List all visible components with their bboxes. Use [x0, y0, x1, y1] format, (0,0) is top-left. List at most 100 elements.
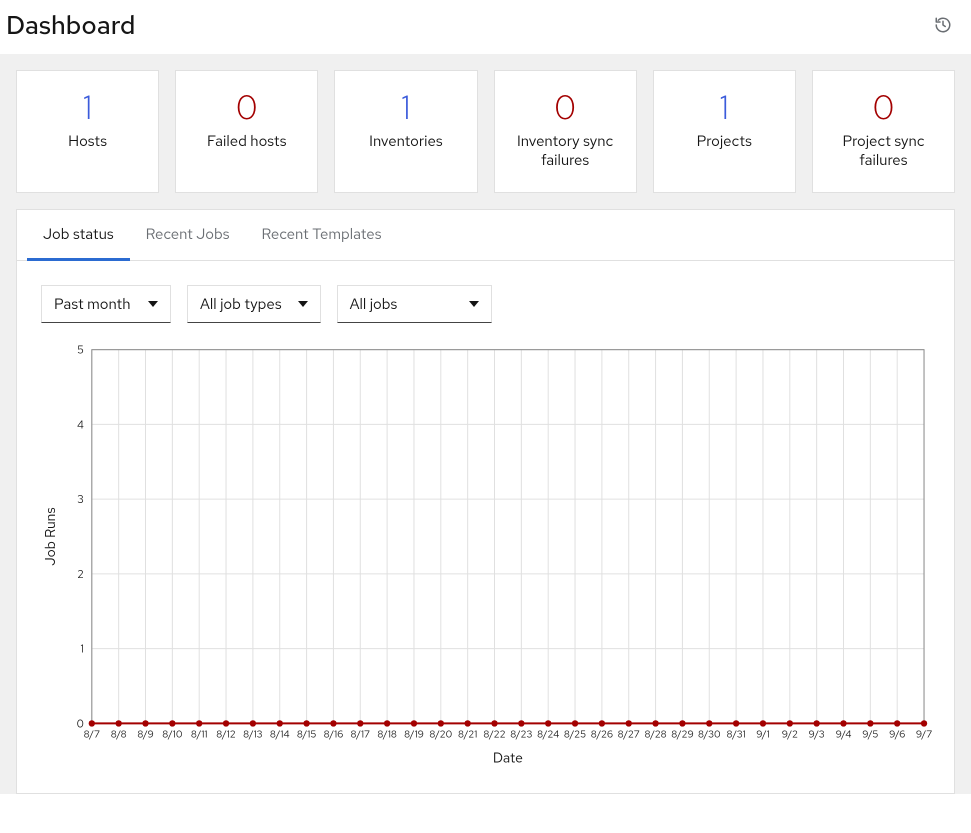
svg-text:8/12: 8/12: [216, 728, 236, 741]
svg-text:8/9: 8/9: [137, 728, 153, 741]
svg-text:8/19: 8/19: [404, 728, 424, 741]
svg-text:9/7: 9/7: [916, 728, 932, 741]
svg-text:5: 5: [77, 344, 84, 358]
card-project-sync-failures[interactable]: 0 Project sync failures: [812, 70, 955, 193]
chart-point[interactable]: [813, 720, 819, 726]
filter-jobs[interactable]: All jobs: [337, 285, 492, 323]
chart-point[interactable]: [652, 720, 658, 726]
card-inventories[interactable]: 1 Inventories: [334, 70, 477, 193]
svg-text:8/23: 8/23: [510, 728, 532, 741]
chart-point[interactable]: [438, 720, 444, 726]
svg-text:8/13: 8/13: [243, 728, 263, 741]
chart-point[interactable]: [89, 720, 95, 726]
chart-point[interactable]: [572, 720, 578, 726]
card-label: Inventory sync failures: [503, 132, 628, 170]
svg-text:8/24: 8/24: [537, 728, 559, 741]
chart-point[interactable]: [330, 720, 336, 726]
chart-point[interactable]: [706, 720, 712, 726]
chart-point[interactable]: [384, 720, 390, 726]
svg-text:8/11: 8/11: [191, 728, 208, 741]
card-projects[interactable]: 1 Projects: [653, 70, 796, 193]
svg-text:8/30: 8/30: [698, 728, 721, 741]
card-inventory-sync-failures[interactable]: 0 Inventory sync failures: [494, 70, 637, 193]
chart-point[interactable]: [840, 720, 846, 726]
svg-text:8/20: 8/20: [429, 728, 452, 741]
svg-text:9/5: 9/5: [862, 728, 878, 741]
svg-text:8/21: 8/21: [458, 728, 477, 741]
caret-down-icon: [298, 301, 308, 307]
card-value: 1: [343, 89, 468, 126]
svg-text:8/17: 8/17: [351, 728, 371, 741]
svg-text:8/25: 8/25: [564, 728, 586, 741]
filter-period-label: Past month: [54, 294, 131, 314]
svg-text:8/7: 8/7: [84, 728, 100, 741]
svg-text:2: 2: [77, 568, 84, 582]
svg-text:9/4: 9/4: [836, 728, 852, 741]
chart-point[interactable]: [760, 720, 766, 726]
chart-point[interactable]: [599, 720, 605, 726]
tab-recent-jobs[interactable]: Recent Jobs: [130, 210, 246, 261]
tab-job-status[interactable]: Job status: [27, 210, 130, 261]
card-value: 0: [821, 89, 946, 126]
caret-down-icon: [148, 301, 158, 307]
chart-point[interactable]: [679, 720, 685, 726]
chart-point[interactable]: [303, 720, 309, 726]
caret-down-icon: [469, 301, 479, 307]
job-runs-chart: 0123458/78/88/98/108/118/128/138/148/158…: [37, 339, 934, 769]
chart-point[interactable]: [518, 720, 524, 726]
chart-point[interactable]: [921, 720, 927, 726]
svg-text:9/3: 9/3: [809, 728, 825, 741]
chart-point[interactable]: [411, 720, 417, 726]
chart-point[interactable]: [787, 720, 793, 726]
card-label: Hosts: [25, 132, 150, 151]
svg-text:8/8: 8/8: [111, 728, 127, 741]
card-label: Failed hosts: [184, 132, 309, 151]
chart-point[interactable]: [277, 720, 283, 726]
filter-job-type[interactable]: All job types: [187, 285, 321, 323]
tab-recent-templates[interactable]: Recent Templates: [246, 210, 398, 261]
svg-text:9/1: 9/1: [756, 728, 770, 741]
filter-job-type-label: All job types: [200, 294, 282, 314]
svg-text:8/31: 8/31: [727, 728, 746, 741]
svg-text:8/22: 8/22: [483, 728, 505, 741]
chart-point[interactable]: [357, 720, 363, 726]
svg-text:8/27: 8/27: [618, 728, 640, 741]
filter-period[interactable]: Past month: [41, 285, 171, 323]
chart-point[interactable]: [196, 720, 202, 726]
card-label: Projects: [662, 132, 787, 151]
page-title: Dashboard: [6, 8, 135, 42]
card-value: 0: [503, 89, 628, 126]
chart-point[interactable]: [894, 720, 900, 726]
chart-x-label: Date: [493, 749, 523, 767]
filter-jobs-label: All jobs: [350, 294, 398, 314]
chart-point[interactable]: [867, 720, 873, 726]
chart-point[interactable]: [626, 720, 632, 726]
history-icon[interactable]: [931, 13, 955, 37]
svg-text:8/26: 8/26: [591, 728, 613, 741]
card-failed-hosts[interactable]: 0 Failed hosts: [175, 70, 318, 193]
svg-text:1: 1: [80, 643, 83, 657]
svg-text:4: 4: [77, 418, 84, 432]
chart-point[interactable]: [169, 720, 175, 726]
chart-point[interactable]: [491, 720, 497, 726]
chart-point[interactable]: [545, 720, 551, 726]
svg-text:8/10: 8/10: [162, 728, 182, 741]
card-value: 1: [25, 89, 150, 126]
chart-point[interactable]: [142, 720, 148, 726]
chart-y-label: Job Runs: [42, 507, 60, 565]
chart-point[interactable]: [115, 720, 121, 726]
chart-point[interactable]: [250, 720, 256, 726]
chart-point[interactable]: [733, 720, 739, 726]
svg-text:8/28: 8/28: [645, 728, 667, 741]
card-hosts[interactable]: 1 Hosts: [16, 70, 159, 193]
card-value: 1: [662, 89, 787, 126]
svg-text:8/29: 8/29: [671, 728, 693, 741]
svg-text:8/14: 8/14: [270, 728, 290, 741]
chart-point[interactable]: [464, 720, 470, 726]
card-value: 0: [184, 89, 309, 126]
svg-text:9/2: 9/2: [782, 728, 798, 741]
svg-text:3: 3: [77, 493, 84, 507]
svg-text:9/6: 9/6: [889, 728, 905, 741]
svg-text:8/18: 8/18: [377, 728, 397, 741]
chart-point[interactable]: [223, 720, 229, 726]
